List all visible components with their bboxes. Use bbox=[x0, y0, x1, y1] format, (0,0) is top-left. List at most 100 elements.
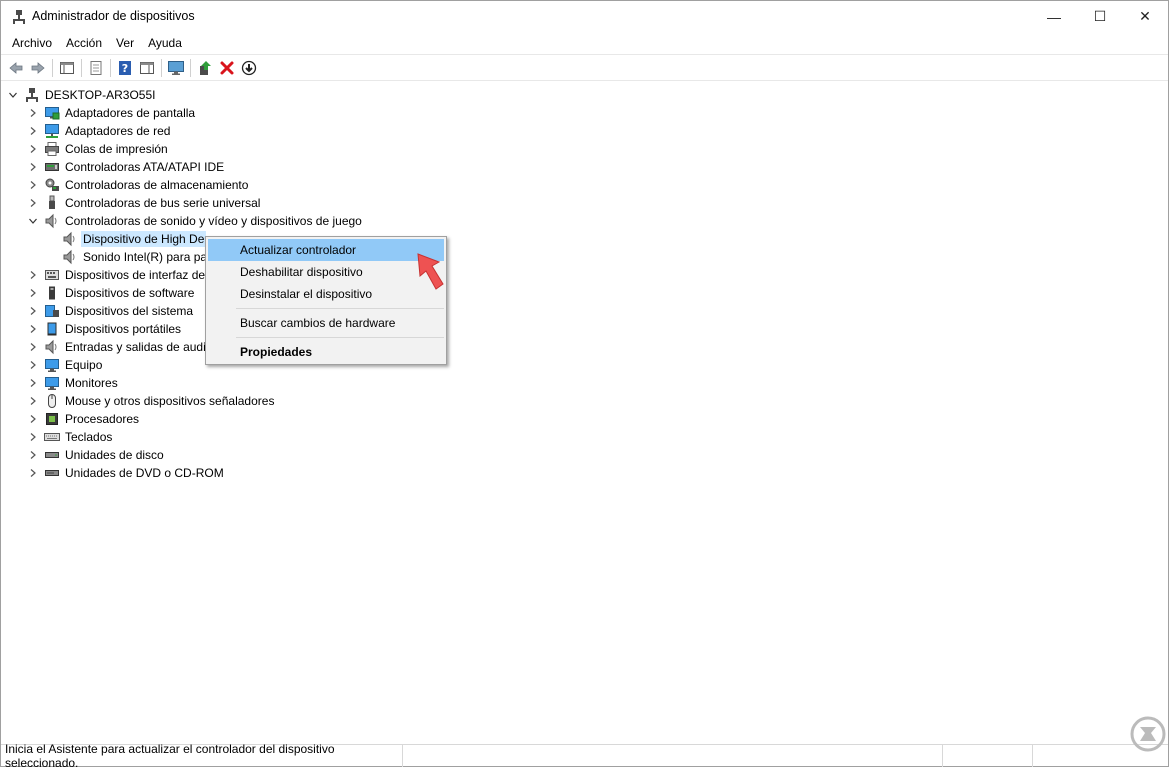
chevron-right-icon[interactable] bbox=[28, 162, 38, 172]
menu-item-actualizar-controlador[interactable]: Actualizar controlador bbox=[208, 239, 444, 261]
update-driver-button[interactable] bbox=[194, 57, 216, 79]
download-icon bbox=[241, 60, 257, 75]
tree-item-adaptadores-pantalla[interactable]: Adaptadores de pantalla bbox=[28, 104, 197, 122]
properties-button[interactable] bbox=[85, 57, 107, 79]
tree-item-dispositivos-sistema[interactable]: Dispositivos del sistema bbox=[28, 302, 195, 320]
maximize-button[interactable]: ☐ bbox=[1077, 1, 1123, 32]
chevron-right-icon[interactable] bbox=[28, 414, 38, 424]
tree-item-label: Unidades de disco bbox=[65, 448, 164, 462]
processor-icon bbox=[44, 411, 60, 427]
uninstall-icon bbox=[220, 61, 234, 74]
tree-item-procesadores[interactable]: Procesadores bbox=[28, 410, 141, 428]
tree-root[interactable]: DESKTOP-AR3O55I bbox=[8, 86, 157, 104]
enable-device-button[interactable] bbox=[238, 57, 260, 79]
menu-ayuda[interactable]: Ayuda bbox=[141, 34, 189, 52]
toolbar-separator bbox=[110, 58, 111, 77]
toolbar-separator bbox=[81, 58, 82, 77]
tree-item-label: Dispositivos portátiles bbox=[65, 322, 182, 336]
chevron-right-icon[interactable] bbox=[28, 342, 38, 352]
view-button[interactable] bbox=[136, 57, 158, 79]
update-driver-icon bbox=[200, 60, 211, 75]
chevron-right-icon[interactable] bbox=[28, 288, 38, 298]
device-manager-app-icon bbox=[13, 10, 25, 24]
tree-item-dispositivos-software[interactable]: Dispositivos de software bbox=[28, 284, 196, 302]
chevron-down-icon[interactable] bbox=[8, 90, 18, 100]
tree-item-controladoras-almacenamiento[interactable]: Controladoras de almacenamiento bbox=[28, 176, 250, 194]
menu-item-deshabilitar-dispositivo[interactable]: Deshabilitar dispositivo bbox=[208, 261, 444, 283]
tree-item-unidades-dvd[interactable]: Unidades de DVD o CD-ROM bbox=[28, 464, 226, 482]
chevron-right-icon[interactable] bbox=[28, 108, 38, 118]
speaker-icon bbox=[62, 249, 78, 265]
svg-text:?: ? bbox=[122, 62, 128, 75]
status-bar: Inicia el Asistente para actualizar el c… bbox=[1, 742, 1168, 767]
chevron-right-icon[interactable] bbox=[28, 126, 38, 136]
tree-item-mouse[interactable]: Mouse y otros dispositivos señaladores bbox=[28, 392, 276, 410]
back-arrow-icon bbox=[9, 61, 23, 74]
tree-child-sonido-intel[interactable]: Sonido Intel(R) para pa bbox=[62, 248, 209, 266]
tree-item-unidades-disco[interactable]: Unidades de disco bbox=[28, 446, 166, 464]
chevron-down-icon[interactable] bbox=[28, 216, 38, 226]
watermark-logo-icon bbox=[1130, 716, 1166, 752]
tree-item-label: Teclados bbox=[65, 430, 113, 444]
tree-item-adaptadores-red[interactable]: Adaptadores de red bbox=[28, 122, 172, 140]
chevron-right-icon[interactable] bbox=[28, 198, 38, 208]
menu-item-buscar-cambios[interactable]: Buscar cambios de hardware bbox=[208, 312, 444, 334]
forward-button[interactable] bbox=[27, 57, 49, 79]
portable-device-icon bbox=[44, 321, 60, 337]
status-panel bbox=[403, 744, 943, 767]
tree-item-controladoras-usb[interactable]: Controladoras de bus serie universal bbox=[28, 194, 262, 212]
uninstall-button[interactable] bbox=[216, 57, 238, 79]
chevron-right-icon[interactable] bbox=[28, 468, 38, 478]
close-button[interactable]: ✕ bbox=[1122, 1, 1168, 32]
speaker-icon bbox=[44, 213, 60, 229]
device-tree: DESKTOP-AR3O55I Adaptadores de pantalla … bbox=[1, 83, 1168, 741]
tree-item-controladoras-sonido[interactable]: Controladoras de sonido y vídeo y dispos… bbox=[28, 212, 364, 230]
menu-item-propiedades[interactable]: Propiedades bbox=[208, 341, 444, 363]
chevron-right-icon[interactable] bbox=[28, 378, 38, 388]
tree-item-teclados[interactable]: Teclados bbox=[28, 428, 114, 446]
menu-archivo[interactable]: Archivo bbox=[5, 34, 59, 52]
tree-item-dispositivos-portatiles[interactable]: Dispositivos portátiles bbox=[28, 320, 183, 338]
help-icon: ? bbox=[119, 60, 131, 75]
chevron-right-icon[interactable] bbox=[28, 270, 38, 280]
tree-item-monitores[interactable]: Monitores bbox=[28, 374, 120, 392]
help-button[interactable]: ? bbox=[114, 57, 136, 79]
tree-item-dispositivos-interfaz[interactable]: Dispositivos de interfaz de bbox=[28, 266, 207, 284]
menu-accion[interactable]: Acción bbox=[59, 34, 109, 52]
mouse-icon bbox=[44, 393, 60, 409]
display-adapter-icon bbox=[44, 105, 60, 121]
chevron-right-icon[interactable] bbox=[28, 306, 38, 316]
storage-controller-icon bbox=[44, 177, 60, 193]
tree-item-colas-impresion[interactable]: Colas de impresión bbox=[28, 140, 170, 158]
chevron-right-icon[interactable] bbox=[28, 180, 38, 190]
tree-child-high-definition-audio[interactable]: Dispositivo de High De bbox=[62, 230, 207, 248]
computer-icon bbox=[44, 357, 60, 373]
speaker-icon bbox=[62, 231, 78, 247]
device-manager-window: Administrador de dispositivos — ☐ ✕ Arch… bbox=[0, 0, 1169, 767]
minimize-button[interactable]: — bbox=[1031, 1, 1077, 32]
back-button[interactable] bbox=[5, 57, 27, 79]
chevron-right-icon[interactable] bbox=[28, 432, 38, 442]
tree-item-label: Procesadores bbox=[65, 412, 140, 426]
monitor-icon bbox=[44, 375, 60, 391]
tree-item-controladoras-ata[interactable]: Controladoras ATA/ATAPI IDE bbox=[28, 158, 226, 176]
chevron-right-icon[interactable] bbox=[28, 450, 38, 460]
close-icon: ✕ bbox=[1139, 8, 1151, 24]
chevron-right-icon[interactable] bbox=[28, 144, 38, 154]
console-tree-button[interactable] bbox=[56, 57, 78, 79]
dvd-drive-icon bbox=[44, 465, 60, 481]
chevron-right-icon[interactable] bbox=[28, 360, 38, 370]
tree-item-entradas-salidas-audio[interactable]: Entradas y salidas de audic bbox=[28, 338, 214, 356]
tree-item-equipo[interactable]: Equipo bbox=[28, 356, 104, 374]
menu-ver[interactable]: Ver bbox=[109, 34, 141, 52]
menu-item-desinstalar-dispositivo[interactable]: Desinstalar el dispositivo bbox=[208, 283, 444, 305]
chevron-right-icon[interactable] bbox=[28, 396, 38, 406]
pointer-arrow-icon bbox=[417, 253, 444, 290]
usb-icon bbox=[44, 195, 60, 211]
tree-item-label: Entradas y salidas de audic bbox=[65, 340, 212, 354]
scan-hardware-button[interactable] bbox=[165, 57, 187, 79]
chevron-right-icon[interactable] bbox=[28, 324, 38, 334]
title-bar: Administrador de dispositivos — ☐ ✕ bbox=[1, 1, 1168, 32]
network-adapter-icon bbox=[44, 123, 60, 139]
print-queue-icon bbox=[44, 141, 60, 157]
